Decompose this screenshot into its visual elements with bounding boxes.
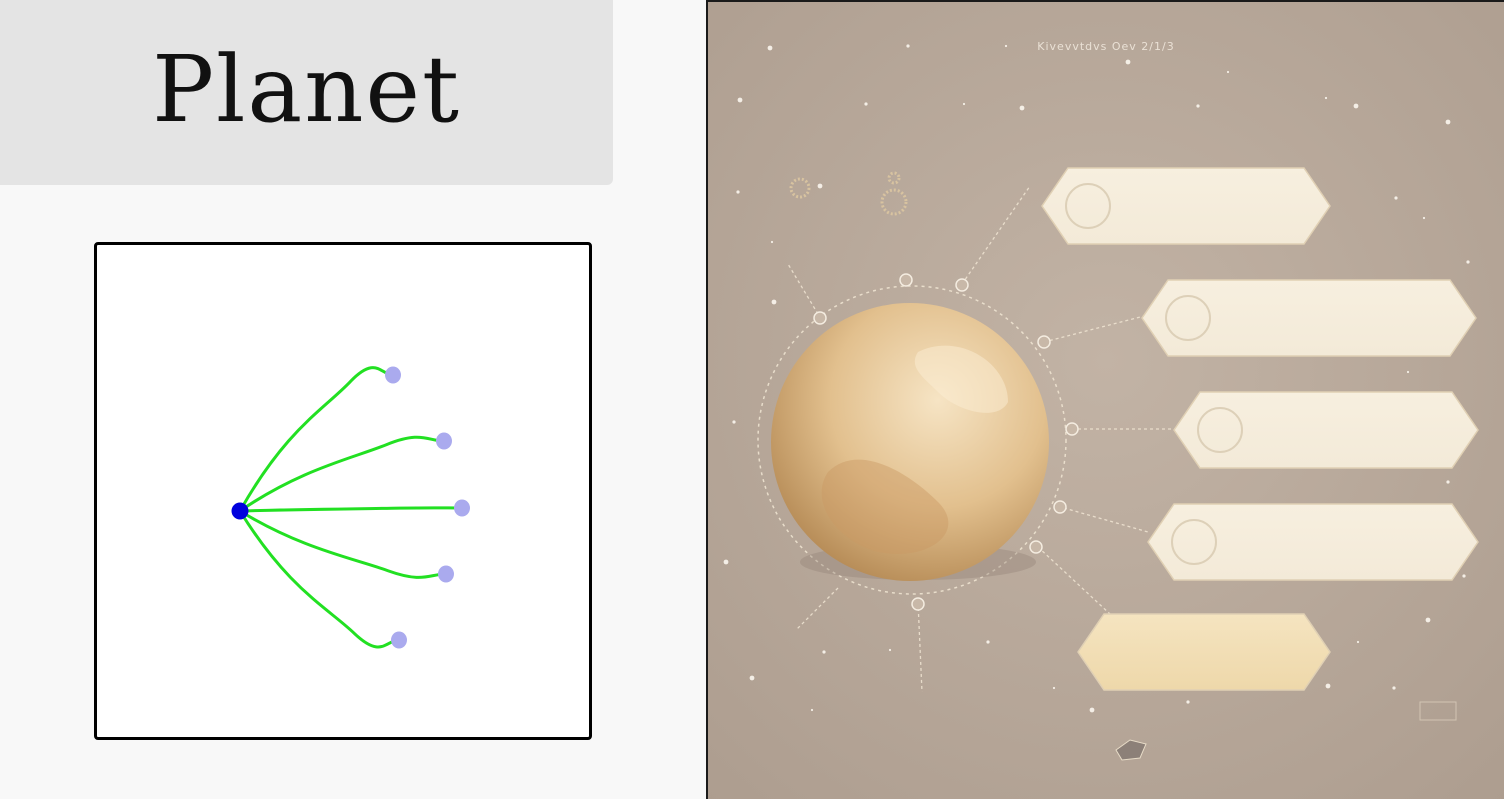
star bbox=[888, 648, 892, 652]
label-panel bbox=[1041, 167, 1331, 245]
star bbox=[749, 675, 755, 681]
star bbox=[817, 183, 823, 189]
label-panel bbox=[1173, 391, 1479, 469]
label-panel bbox=[1141, 279, 1477, 357]
page-title: Planet bbox=[152, 36, 461, 143]
star bbox=[1186, 700, 1190, 704]
leaf-node bbox=[454, 499, 470, 517]
hub-node bbox=[231, 502, 249, 520]
star bbox=[771, 299, 777, 305]
orbit-node bbox=[1029, 540, 1043, 554]
branch-edge bbox=[238, 506, 464, 513]
mind-map-diagram bbox=[94, 242, 592, 740]
star bbox=[1125, 59, 1131, 65]
star bbox=[1052, 686, 1056, 690]
planet-infographic-image: Kivevvtdvs Oev 2/1/3 bbox=[706, 0, 1504, 799]
leaf-node bbox=[438, 565, 454, 583]
star bbox=[737, 97, 743, 103]
branch-edge bbox=[238, 366, 395, 513]
star bbox=[1324, 96, 1328, 100]
title-banner: Planet bbox=[0, 0, 613, 185]
orbit-node bbox=[955, 278, 969, 292]
star bbox=[986, 640, 990, 644]
leaf-node bbox=[385, 366, 401, 384]
star bbox=[1089, 707, 1095, 713]
star bbox=[864, 102, 868, 106]
star bbox=[1394, 196, 1398, 200]
orbit-node bbox=[813, 311, 827, 325]
star bbox=[723, 559, 729, 565]
leaf-node bbox=[436, 432, 452, 450]
branch-edge bbox=[238, 509, 401, 649]
label-panel bbox=[1147, 503, 1479, 581]
star bbox=[736, 190, 740, 194]
infographic-canvas bbox=[708, 2, 1504, 799]
star bbox=[822, 650, 826, 654]
star bbox=[1445, 119, 1451, 125]
star bbox=[1353, 103, 1359, 109]
star bbox=[1356, 640, 1360, 644]
star bbox=[732, 420, 736, 424]
star bbox=[1019, 105, 1025, 111]
star bbox=[1446, 480, 1450, 484]
infographic-caption: Kivevvtdvs Oev 2/1/3 bbox=[1037, 40, 1175, 53]
orbit-node bbox=[1037, 335, 1051, 349]
star bbox=[1196, 104, 1200, 108]
star bbox=[962, 102, 966, 106]
star bbox=[770, 240, 774, 244]
mind-map-canvas bbox=[231, 366, 470, 649]
star bbox=[1466, 260, 1470, 264]
orbit-node bbox=[1065, 422, 1079, 436]
branch-edge bbox=[238, 509, 448, 579]
label-panel bbox=[1077, 613, 1331, 691]
star bbox=[1226, 70, 1230, 74]
star bbox=[1406, 370, 1410, 374]
star bbox=[1392, 686, 1396, 690]
star bbox=[1422, 216, 1426, 220]
star bbox=[1462, 574, 1466, 578]
orbit-node bbox=[911, 597, 925, 611]
orbit-node bbox=[899, 273, 913, 287]
star bbox=[810, 708, 814, 712]
orbit-node bbox=[1053, 500, 1067, 514]
leaf-node bbox=[391, 631, 407, 649]
branch-edge bbox=[238, 435, 446, 513]
star bbox=[1325, 683, 1331, 689]
star bbox=[1425, 617, 1431, 623]
page: Planet Kivevvtdvs Oev 2/1/3 bbox=[0, 0, 1504, 799]
